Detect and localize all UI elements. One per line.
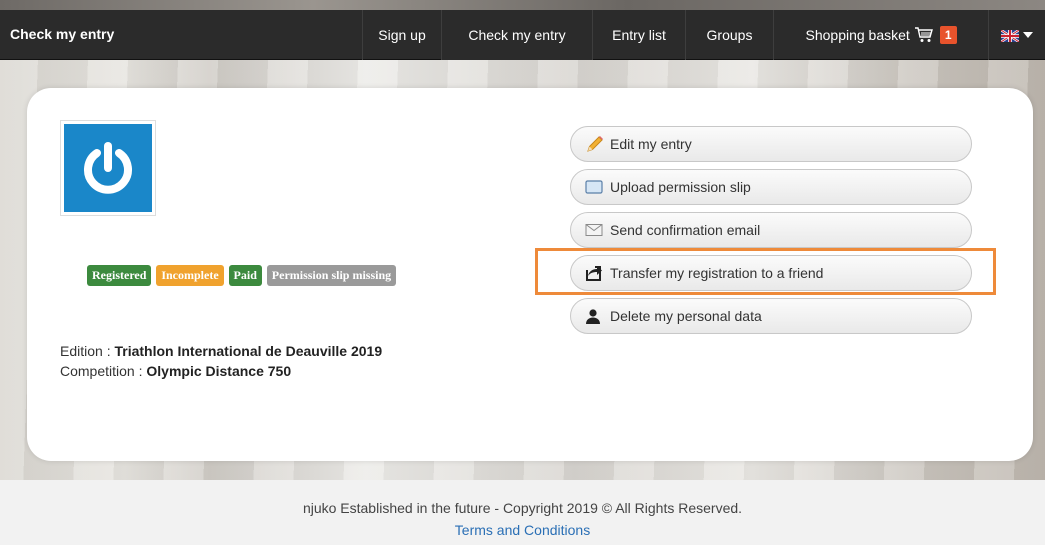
delete-personal-data-button[interactable]: Delete my personal data — [570, 298, 972, 334]
status-badge-permission-missing: Permission slip missing — [266, 265, 397, 286]
terms-link[interactable]: Terms and Conditions — [0, 522, 1045, 538]
edition-line: Edition : Triathlon International de Dea… — [60, 341, 382, 361]
footer: njuko Established in the future - Copyri… — [0, 480, 1045, 545]
nav-groups[interactable]: Groups — [685, 10, 773, 60]
competition-value: Olympic Distance 750 — [146, 363, 292, 379]
power-icon — [84, 142, 132, 194]
shopping-cart-icon — [914, 13, 934, 63]
edit-entry-label: Edit my entry — [610, 136, 692, 152]
top-navbar: Check my entry Sign up Check my entry En… — [0, 10, 1045, 60]
entry-info: Edition : Triathlon International de Dea… — [60, 341, 382, 381]
status-badge-incomplete: Incomplete — [156, 265, 224, 286]
event-logo — [60, 120, 156, 216]
nav-groups-label: Groups — [706, 27, 753, 43]
language-selector[interactable] — [988, 10, 1045, 60]
nav-entry-list-label: Entry list — [612, 27, 666, 43]
nav-check-my-entry[interactable]: Check my entry — [441, 10, 592, 60]
entry-actions: Edit my entry Upload permission slip Sen… — [570, 126, 972, 341]
status-badge-paid: Paid — [228, 265, 262, 286]
status-badge-registered: Registered — [87, 265, 152, 286]
delete-personal-data-label: Delete my personal data — [610, 308, 762, 324]
nav-check-my-entry-label: Check my entry — [468, 27, 566, 43]
competition-label: Competition : — [60, 363, 147, 379]
pencil-icon — [585, 134, 607, 154]
uk-flag-icon — [1000, 12, 1020, 62]
nav-shopping-basket[interactable]: Shopping basket 1 — [773, 10, 988, 60]
send-confirmation-email-button[interactable]: Send confirmation email — [570, 212, 972, 248]
highlight-box — [535, 248, 996, 295]
user-icon — [585, 308, 607, 324]
upload-permission-slip-button[interactable]: Upload permission slip — [570, 169, 972, 205]
edition-label: Edition : — [60, 343, 115, 359]
nav-sign-up-label: Sign up — [378, 27, 426, 43]
status-badges: Registered Incomplete Paid Permission sl… — [87, 265, 397, 286]
competition-line: Competition : Olympic Distance 750 — [60, 361, 382, 381]
envelope-icon — [585, 223, 607, 237]
nav-entry-list[interactable]: Entry list — [592, 10, 685, 60]
upload-icon — [585, 179, 607, 195]
nav-sign-up[interactable]: Sign up — [362, 10, 441, 60]
nav-shopping-basket-label: Shopping basket — [805, 27, 910, 43]
chevron-down-icon — [1023, 32, 1033, 38]
send-confirmation-email-label: Send confirmation email — [610, 222, 761, 238]
upload-permission-slip-label: Upload permission slip — [610, 179, 751, 195]
basket-count-badge: 1 — [939, 26, 957, 44]
footer-copyright: njuko Established in the future - Copyri… — [302, 500, 743, 516]
edition-value: Triathlon International de Deauville 201… — [114, 343, 383, 359]
navbar-brand[interactable]: Check my entry — [10, 26, 114, 42]
background-strip — [0, 0, 1045, 10]
edit-entry-button[interactable]: Edit my entry — [570, 126, 972, 162]
